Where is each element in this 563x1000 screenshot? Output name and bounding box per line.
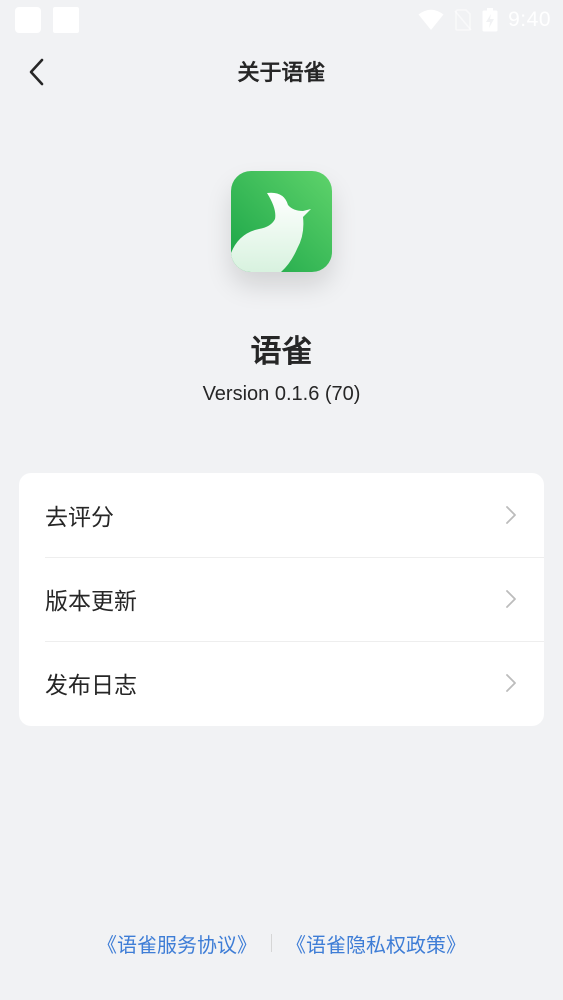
about-screen: 9:40 关于语雀 语雀 Version 0.1.6 (70) 去评分 版本更新… [0,0,563,1000]
chevron-right-icon [506,674,516,692]
chevron-right-icon [506,506,516,524]
battery-charging-icon [482,8,498,32]
legal-links: 《语雀服务协议》 《语雀隐私权政策》 [0,926,563,960]
menu-item-label: 版本更新 [45,589,137,615]
wifi-icon [418,9,444,31]
page-title: 关于语雀 [237,61,326,86]
menu-item-release-log[interactable]: 发布日志 [19,641,544,725]
yuque-bird-logo [231,171,332,272]
notification-icon [53,7,79,33]
link-divider [271,934,272,952]
top-app-bar: 关于语雀 [0,48,563,100]
notification-icon [15,7,41,33]
privacy-policy-link[interactable]: 《语雀隐私权政策》 [286,929,466,958]
about-menu: 去评分 版本更新 发布日志 [19,473,544,726]
status-icons: 9:40 [418,6,551,34]
chevron-right-icon [506,590,516,608]
status-bar: 9:40 [0,0,563,40]
app-name: 语雀 [250,334,313,370]
service-agreement-link[interactable]: 《语雀服务协议》 [97,929,257,958]
menu-item-version-update[interactable]: 版本更新 [19,557,544,641]
status-time: 9:40 [508,8,551,31]
app-logo [231,171,332,272]
menu-item-label: 去评分 [45,505,114,531]
menu-item-label: 发布日志 [45,673,137,699]
menu-item-rate[interactable]: 去评分 [19,473,544,557]
no-sim-icon [454,9,472,31]
app-version: Version 0.1.6 (70) [202,383,361,405]
